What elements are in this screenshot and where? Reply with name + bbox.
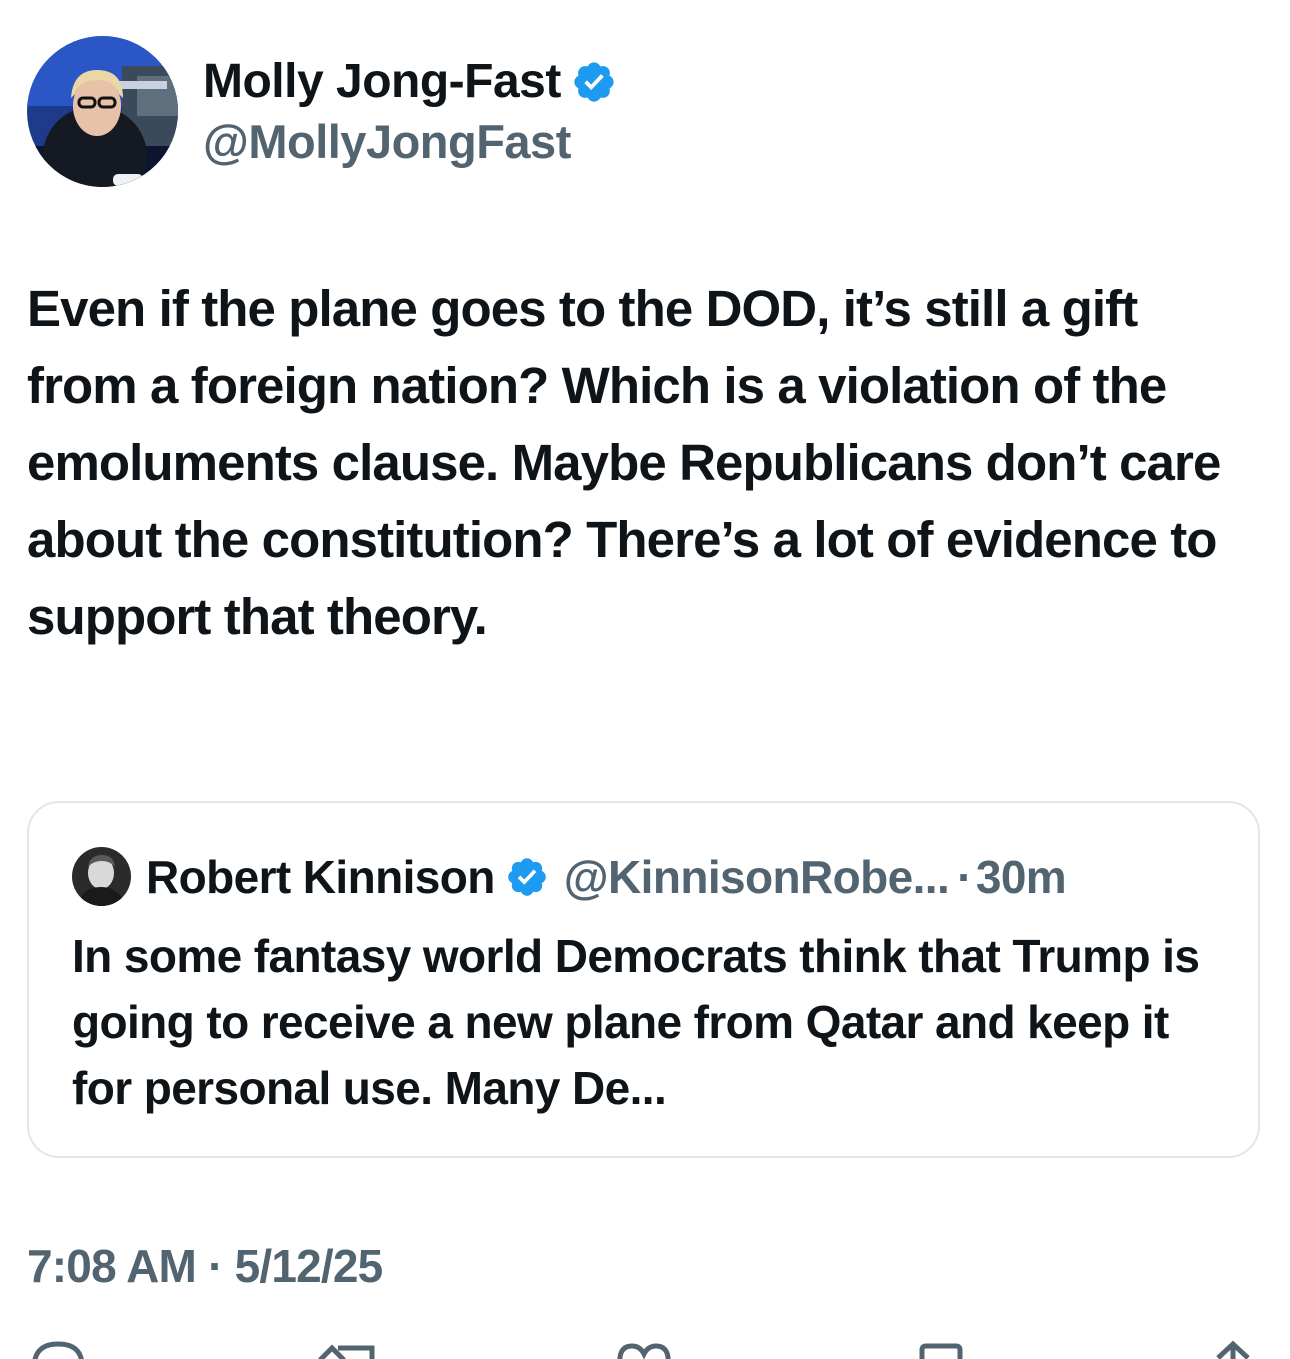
author-names: Molly Jong-Fast @MollyJongFast xyxy=(203,52,617,172)
like-icon[interactable] xyxy=(614,1338,674,1359)
author-avatar[interactable] xyxy=(27,36,178,187)
quoted-separator: · xyxy=(957,850,972,903)
author-name-row: Molly Jong-Fast xyxy=(203,52,617,112)
share-icon[interactable] xyxy=(1204,1338,1264,1359)
quoted-tweet-age[interactable]: 30m xyxy=(976,850,1067,904)
quoted-author-avatar[interactable] xyxy=(72,847,131,906)
verified-badge-icon[interactable] xyxy=(571,59,617,105)
tweet-time: 7:08 AM xyxy=(27,1240,197,1292)
quoted-author-handle[interactable]: @KinnisonRobe... xyxy=(564,850,950,904)
retweet-icon[interactable] xyxy=(318,1338,378,1359)
verified-badge-icon[interactable] xyxy=(505,855,549,899)
tweet-text: Even if the plane goes to the DOD, it’s … xyxy=(27,280,1221,645)
reply-icon[interactable] xyxy=(28,1338,88,1359)
quoted-author-name[interactable]: Robert Kinnison xyxy=(146,850,495,904)
tweet-action-bar xyxy=(0,1338,1290,1359)
tweet-timestamp[interactable]: 7:08 AM · 5/12/25 xyxy=(27,1236,384,1296)
author-display-name[interactable]: Molly Jong-Fast xyxy=(203,52,561,112)
author-handle[interactable]: @MollyJongFast xyxy=(203,112,617,172)
quoted-tweet-card[interactable]: Robert Kinnison @KinnisonRobe... · 30m I… xyxy=(27,801,1260,1158)
quoted-tweet-header: Robert Kinnison @KinnisonRobe... · 30m xyxy=(72,847,1067,906)
tweet-date: 5/12/25 xyxy=(234,1240,384,1292)
tweet-meta-separator: · xyxy=(208,1240,223,1292)
tweet-header: Molly Jong-Fast @MollyJongFast xyxy=(27,36,617,187)
bookmark-icon[interactable] xyxy=(914,1338,974,1359)
quoted-tweet-text: In some fantasy world Democrats think th… xyxy=(72,930,1200,1114)
